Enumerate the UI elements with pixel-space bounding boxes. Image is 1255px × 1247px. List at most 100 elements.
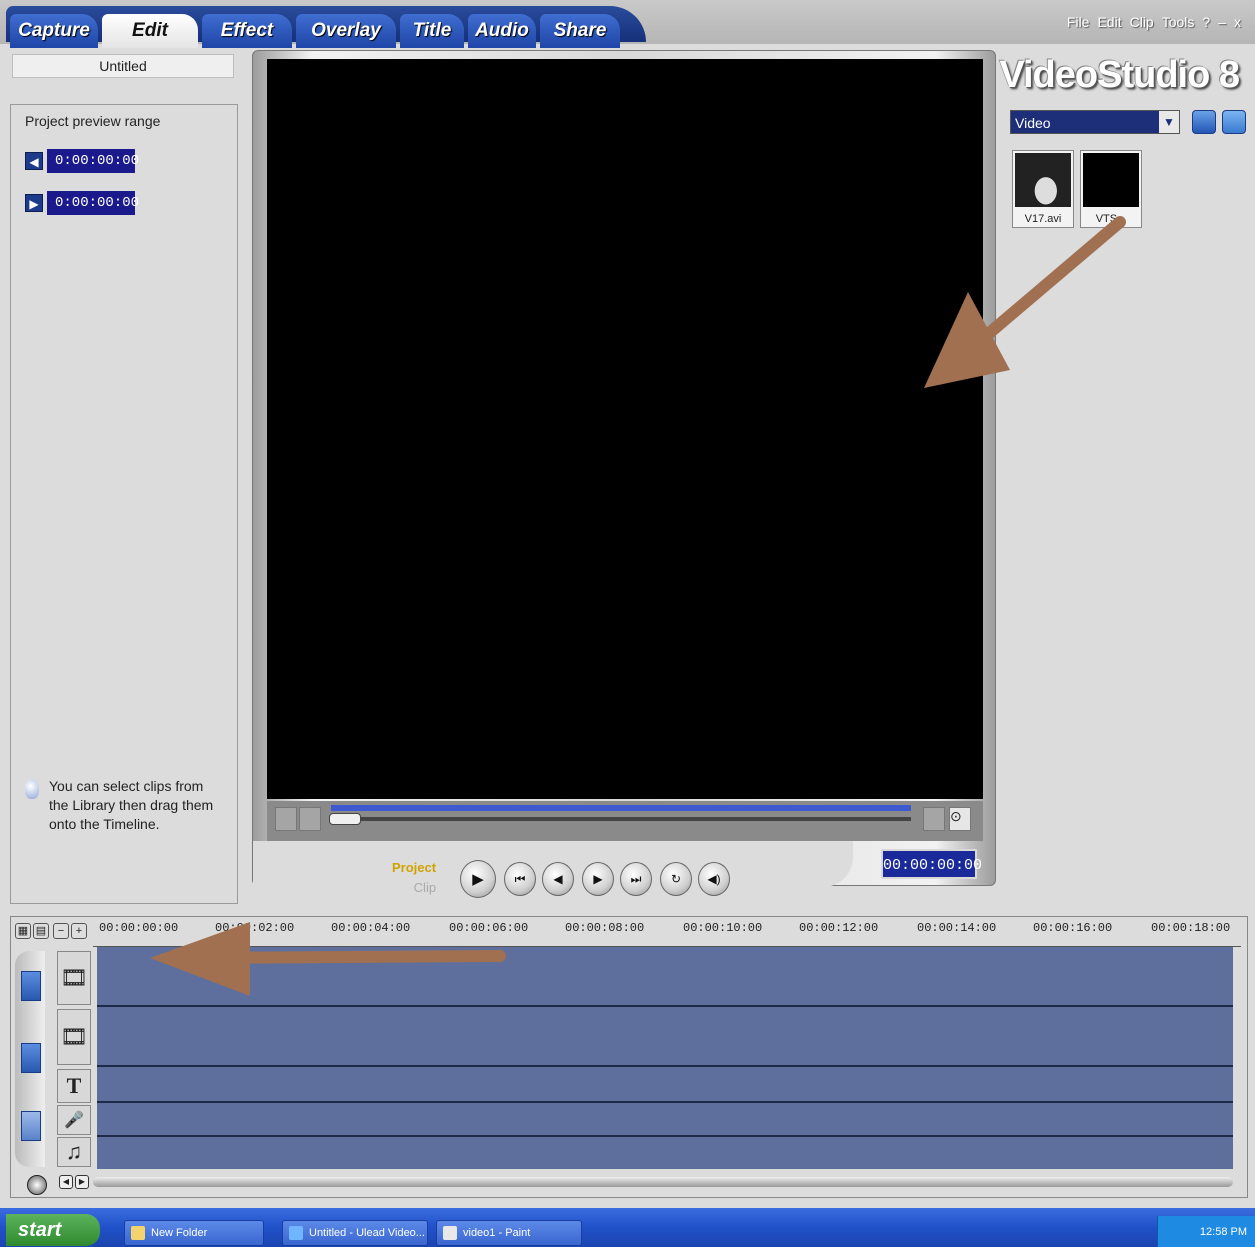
ruler-tick: 00:00:00:00 <box>99 921 179 935</box>
options-panel: Project preview range ◀ 0:00:00:00 ▶ 0:0… <box>10 104 238 904</box>
timeline-scrollbar[interactable] <box>93 1177 1233 1187</box>
video-track-icon[interactable]: 🎞 <box>57 951 91 1005</box>
split-clip-button[interactable] <box>923 807 945 831</box>
timeline-view-icon[interactable]: ▤ <box>33 923 49 939</box>
step-forward-icon: ▶ <box>593 872 603 886</box>
clip-thumbnail <box>1083 153 1139 207</box>
library-clip[interactable]: VTS... <box>1080 150 1142 228</box>
ruler-tick: 00:00:18:00 <box>1151 921 1231 935</box>
range-end-timecode[interactable]: 0:00:00:00 <box>47 191 139 215</box>
load-video-icon[interactable] <box>1192 110 1216 134</box>
play-icon: ▶ <box>472 871 484 888</box>
audio-view-tab[interactable] <box>21 1111 41 1141</box>
timeline-panel: ▦ ▤ − + 00:00:00:00 00:00:02:00 00:00:04… <box>10 916 1248 1198</box>
project-title-field[interactable]: Untitled <box>12 54 234 78</box>
storyboard-view-icon[interactable]: ▦ <box>15 923 31 939</box>
taskbar-item[interactable]: Untitled - Ulead Video... <box>282 1220 428 1246</box>
track-manager-button[interactable] <box>27 1175 47 1195</box>
timecode-display[interactable]: 00:00:00:00 <box>881 849 982 879</box>
scrub-track[interactable] <box>331 817 911 821</box>
clock: 12:58 PM <box>1199 1226 1247 1238</box>
menu-clip[interactable]: Clip <box>1130 14 1154 30</box>
start-button[interactable]: start <box>6 1214 100 1246</box>
playback-mode-labels: Project Clip <box>392 858 436 898</box>
tab-capture[interactable]: Capture <box>10 14 98 48</box>
videostudio-icon <box>289 1226 303 1240</box>
ruler-tick: 00:00:02:00 <box>215 921 295 935</box>
timeline-ruler[interactable]: 00:00:00:00 00:00:02:00 00:00:04:00 00:0… <box>93 917 1241 947</box>
menu-bar: File Edit Clip Tools ? – x <box>1067 14 1241 30</box>
timeline-tracks[interactable] <box>97 947 1233 1169</box>
home-button[interactable]: ⏮ <box>504 862 536 896</box>
folder-icon <box>131 1226 145 1240</box>
hint-message: You can select clips from the Library th… <box>25 777 225 834</box>
speaker-icon: ◀) <box>707 872 721 886</box>
tab-title[interactable]: Title <box>400 14 464 48</box>
zoom-out-button[interactable]: − <box>53 923 69 939</box>
ruler-tick: 00:00:12:00 <box>799 921 879 935</box>
tab-overlay[interactable]: Overlay <box>296 14 396 48</box>
hint-text: You can select clips from the Library th… <box>49 778 214 832</box>
tab-effect[interactable]: Effect <box>202 14 292 48</box>
timeline-tab[interactable] <box>21 1043 41 1073</box>
menu-edit[interactable]: Edit <box>1097 14 1121 30</box>
ruler-tick: 00:00:10:00 <box>683 921 763 935</box>
menu-file[interactable]: File <box>1067 14 1090 30</box>
track-divider <box>97 1135 1233 1137</box>
clip-name: VTS... <box>1095 213 1127 225</box>
storyboard-tab[interactable] <box>21 971 41 1001</box>
range-start-timecode[interactable]: 0:00:00:00 <box>47 149 139 173</box>
taskbar-item-label: video1 - Paint <box>463 1227 531 1239</box>
tab-share[interactable]: Share <box>540 14 620 48</box>
folder-icon[interactable] <box>1222 110 1246 134</box>
music-track-icon[interactable]: ♫ <box>57 1137 91 1167</box>
volume-button[interactable]: ◀) <box>698 862 730 896</box>
scroll-left-button[interactable]: ◀ <box>59 1175 73 1189</box>
taskbar-item[interactable]: New Folder <box>124 1220 264 1246</box>
zoom-in-button[interactable]: + <box>71 923 87 939</box>
trim-end-button[interactable] <box>299 807 321 831</box>
scrub-range-bar <box>331 805 911 811</box>
end-button[interactable]: ⏭ <box>620 862 652 896</box>
preview-scrub-area: ⊙ <box>267 801 983 841</box>
top-bar: Capture Edit Effect Overlay Title Audio … <box>0 0 1255 48</box>
minimize-button[interactable]: – <box>1218 14 1226 30</box>
track-divider <box>97 1005 1233 1007</box>
scrub-handle[interactable] <box>329 813 361 825</box>
help-button[interactable]: ? <box>1202 14 1210 30</box>
next-frame-button[interactable]: ▶ <box>582 862 614 896</box>
clip-mode-label[interactable]: Clip <box>392 878 436 898</box>
ruler-tick: 00:00:06:00 <box>449 921 529 935</box>
overlay-track-icon[interactable]: 🎞 <box>57 1009 91 1065</box>
taskbar-item[interactable]: video1 - Paint <box>436 1220 582 1246</box>
library-category-select[interactable]: Video ▼ <box>1010 110 1180 134</box>
timeline-side-tabs <box>15 951 45 1167</box>
enlarge-preview-button[interactable]: ⊙ <box>949 807 971 831</box>
library-clip[interactable]: V17.avi <box>1012 150 1074 228</box>
mark-out-button[interactable]: ▶ <box>25 194 43 212</box>
preview-window: ⊙ 00:00:00:00 <box>252 50 996 887</box>
tab-audio[interactable]: Audio <box>468 14 536 48</box>
tab-edit[interactable]: Edit <box>102 14 198 48</box>
taskbar-item-label: New Folder <box>151 1227 208 1239</box>
previous-frame-button[interactable]: ◀ <box>542 862 574 896</box>
title-track-icon[interactable]: T <box>57 1069 91 1103</box>
menu-tools[interactable]: Tools <box>1162 14 1195 30</box>
ruler-tick: 00:00:14:00 <box>917 921 997 935</box>
range-end-row: ▶ 0:00:00:00 <box>25 191 139 215</box>
project-mode-label[interactable]: Project <box>392 858 436 878</box>
play-button[interactable]: ▶ <box>460 860 496 898</box>
lightbulb-icon <box>25 779 39 799</box>
voice-track-icon[interactable]: 🎤 <box>57 1105 91 1135</box>
preview-screen <box>267 59 983 799</box>
chevron-down-icon[interactable]: ▼ <box>1159 111 1179 133</box>
trim-start-button[interactable] <box>275 807 297 831</box>
scroll-right-button[interactable]: ▶ <box>75 1175 89 1189</box>
windows-taskbar: start New Folder Untitled - Ulead Video.… <box>0 1208 1255 1247</box>
range-start-row: ◀ 0:00:00:00 <box>25 149 139 173</box>
track-divider <box>97 1065 1233 1067</box>
close-button[interactable]: x <box>1234 14 1241 30</box>
mark-in-button[interactable]: ◀ <box>25 152 43 170</box>
ruler-tick: 00:00:08:00 <box>565 921 645 935</box>
repeat-button[interactable]: ↻ <box>660 862 692 896</box>
